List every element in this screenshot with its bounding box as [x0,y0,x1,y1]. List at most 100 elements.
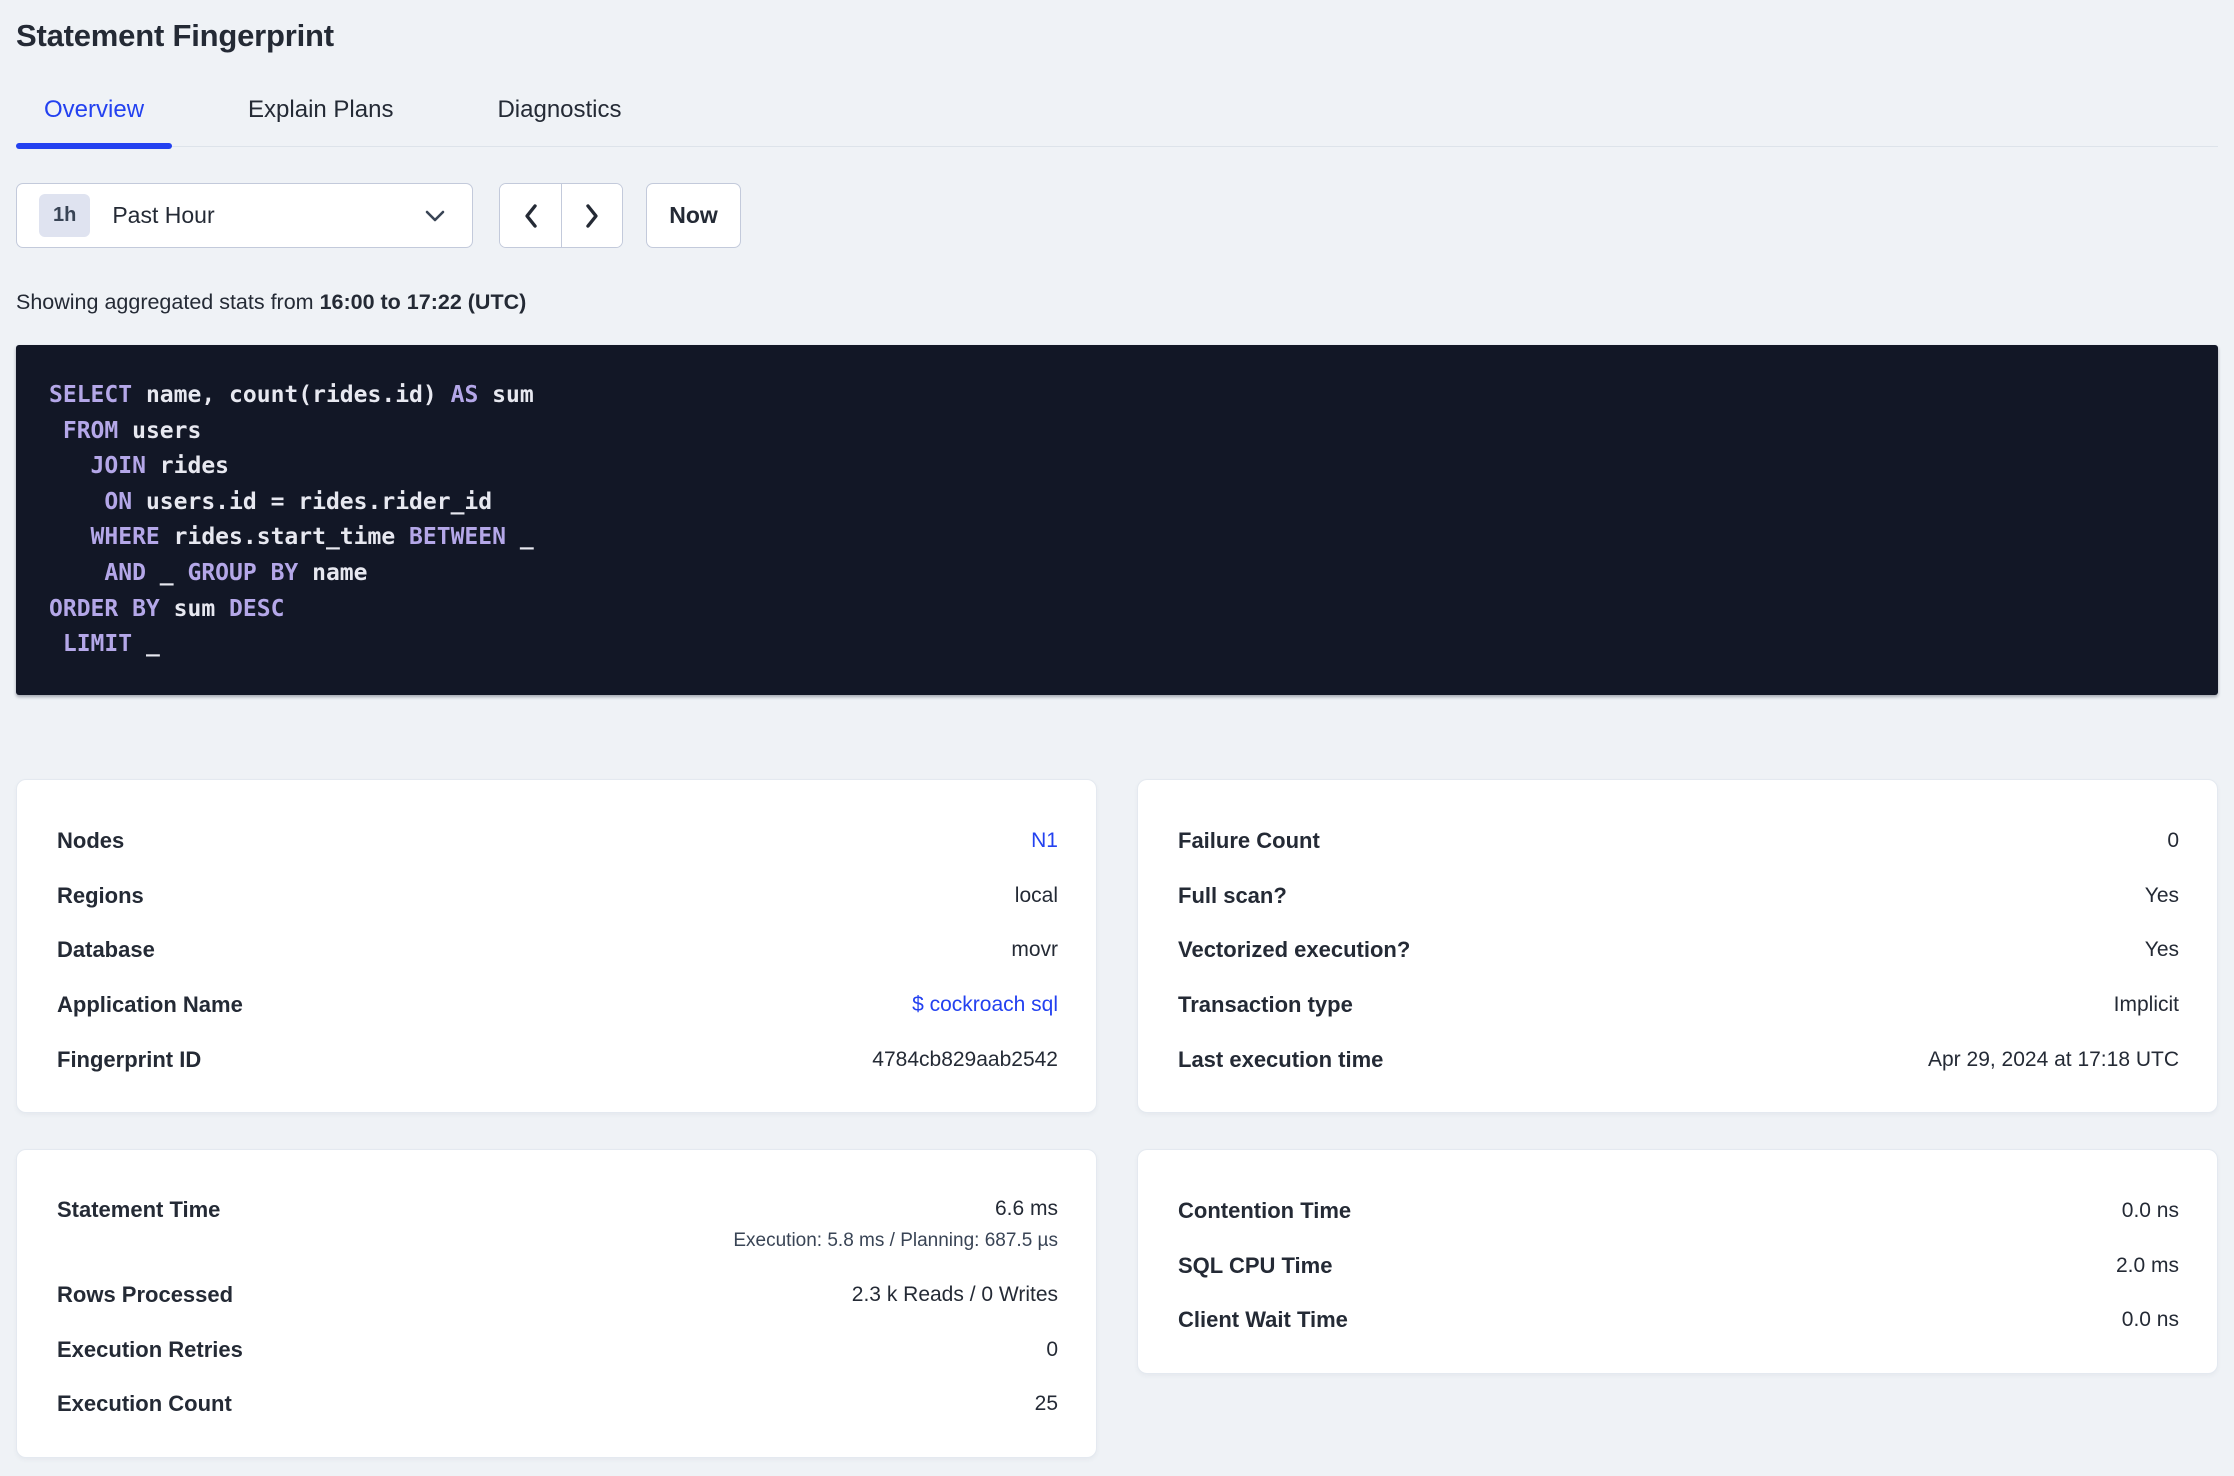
sql-text: name [298,559,368,586]
stat-row-client-wait-time: Client Wait Time 0.0 ns [1178,1293,2179,1348]
stat-value: 0.0 ns [2121,1199,2179,1223]
sql-keyword: FROM [62,417,119,444]
stat-label: Full scan? [1178,882,1287,908]
stat-value-column: Yes [2145,938,2179,962]
stat-value-column: 0.0 ns [2122,1199,2179,1223]
stat-label: Vectorized execution? [1178,937,1411,963]
stat-value-column: 0.0 ns [2122,1308,2179,1332]
sql-line: LIMIT _ [49,627,2185,663]
time-range-label: Past Hour [112,202,215,228]
stat-row-failure-count: Failure Count 0 [1178,814,2179,869]
tab-overview[interactable]: Overview [16,96,173,149]
previous-time-button[interactable] [500,184,561,247]
stat-row-execution-count: Execution Count 25 [57,1377,1058,1432]
stat-label: Database [57,937,155,963]
sql-keyword: JOIN [90,453,146,480]
sql-text: users.id = rides.rider_id [132,488,493,515]
tab-bar: Overview Explain Plans Diagnostics [16,96,2218,149]
stat-value: 0 [2167,829,2179,853]
stat-row-execution-retries: Execution Retries 0 [57,1323,1058,1378]
tab-diagnostics[interactable]: Diagnostics [469,96,649,146]
stat-label: Application Name [57,992,243,1018]
stat-value: Implicit [2113,993,2179,1017]
time-controls: 1h Past Hour Now [16,183,2218,248]
sql-line: JOIN rides [49,449,2185,485]
stat-value: Apr 29, 2024 at 17:18 UTC [1928,1047,2179,1071]
stat-value-link[interactable]: $ cockroach sql [912,993,1058,1016]
stat-row-regions: Regions local [57,869,1058,924]
time-range-dropdown[interactable]: 1h Past Hour [16,183,473,248]
sql-line: ORDER BY sum DESC [49,592,2185,628]
stat-row-sql-cpu-time: SQL CPU Time 2.0 ms [1178,1239,2179,1294]
stat-row-fingerprint-id: Fingerprint ID 4784cb829aab2542 [57,1032,1058,1087]
time-nav-group [499,183,623,248]
stat-label: Last execution time [1178,1046,1384,1072]
sql-keyword: WHERE [90,524,160,551]
stat-value: movr [1011,938,1058,962]
stat-row-contention-time: Contention Time 0.0 ns [1178,1184,2179,1239]
stat-row-transaction-type: Transaction type Implicit [1178,978,2179,1033]
stat-label: Statement Time [57,1196,221,1222]
stat-value-column: 4784cb829aab2542 [872,1048,1058,1072]
stat-value: Yes [2144,938,2179,962]
execution-attributes-card: Failure Count 0 Full scan? Yes Vectorized ex… [1137,779,2218,1113]
stat-label: Transaction type [1178,992,1353,1018]
stat-value: local [1014,883,1058,907]
stat-label: Fingerprint ID [57,1046,202,1072]
sql-text: users [118,417,202,444]
stat-label: Client Wait Time [1178,1307,1348,1333]
stat-row-statement-time: Statement Time 6.6 ms Execution: 5.8 ms / … [57,1184,1058,1268]
sql-keyword: DESC [229,595,285,622]
stat-row-database: Database movr [57,923,1058,978]
stat-label: SQL CPU Time [1178,1252,1333,1278]
stat-value: 25 [1034,1392,1058,1416]
sql-keyword: LIMIT [62,631,133,658]
next-time-button[interactable] [561,184,622,247]
stat-row-application-name: Application Name $ cockroach sql [57,978,1058,1033]
stat-value-column: 25 [1035,1392,1058,1416]
stat-row-last-execution-time: Last execution time Apr 29, 2024 at 17:18… [1178,1032,2179,1087]
stat-value: 4784cb829aab2542 [872,1047,1058,1071]
stat-label: Execution Count [57,1391,232,1417]
stat-value-column: Yes [2145,884,2179,908]
sql-text: sum [159,595,230,622]
statement-fingerprint-page: Statement Fingerprint Overview Explain Pl… [0,18,2234,1458]
sql-text: rides [145,453,230,480]
stats-line-range: 16:00 to 17:22 (UTC) [319,290,527,314]
sql-line: SELECT name, count(rides.id) AS sum [49,378,2185,414]
sql-keyword: AND [104,559,146,586]
stat-value: 6.6 ms [994,1196,1058,1220]
stat-label: Contention Time [1178,1198,1352,1224]
sql-text: rides.start_time [159,524,410,551]
now-button[interactable]: Now [646,183,741,248]
stat-value-column: 2.3 k Reads / 0 Writes [852,1283,1058,1307]
stat-value-column: 0 [2167,829,2179,853]
stat-value: 0 [1046,1337,1058,1361]
chevron-right-icon [582,201,602,231]
statement-details-card: Nodes N1 Regions local Database movr Applicati… [16,779,1097,1113]
sql-statement-box: SELECT name, count(rides.id) AS sum FROM… [16,345,2218,695]
sql-text: name, count(rides.id) [132,382,451,408]
stat-value-link[interactable]: N1 [1031,829,1058,852]
stat-label: Execution Retries [57,1336,243,1362]
sql-keyword: ON [104,488,133,515]
stat-label: Regions [57,882,144,908]
sql-text: _ [505,524,534,551]
tab-explain-plans[interactable]: Explain Plans [220,96,421,146]
stat-row-vectorized-execution-: Vectorized execution? Yes [1178,923,2179,978]
statement-performance-card: Statement Time 6.6 ms Execution: 5.8 ms / … [16,1148,1097,1458]
sql-keyword: GROUP BY [187,559,299,586]
stat-label: Rows Processed [57,1282,234,1308]
stat-label: Nodes [57,828,125,854]
sql-line: WHERE rides.start_time BETWEEN _ [49,520,2185,556]
stats-line-prefix: Showing aggregated stats from [16,290,320,314]
stat-value: Yes [2144,883,2179,907]
stat-value-column: N1 [1031,829,1058,853]
sql-keyword: AS [450,382,479,408]
stat-subvalue: Execution: 5.8 ms / Planning: 687.5 µs [733,1229,1058,1251]
stat-value-column: movr [1011,938,1058,962]
